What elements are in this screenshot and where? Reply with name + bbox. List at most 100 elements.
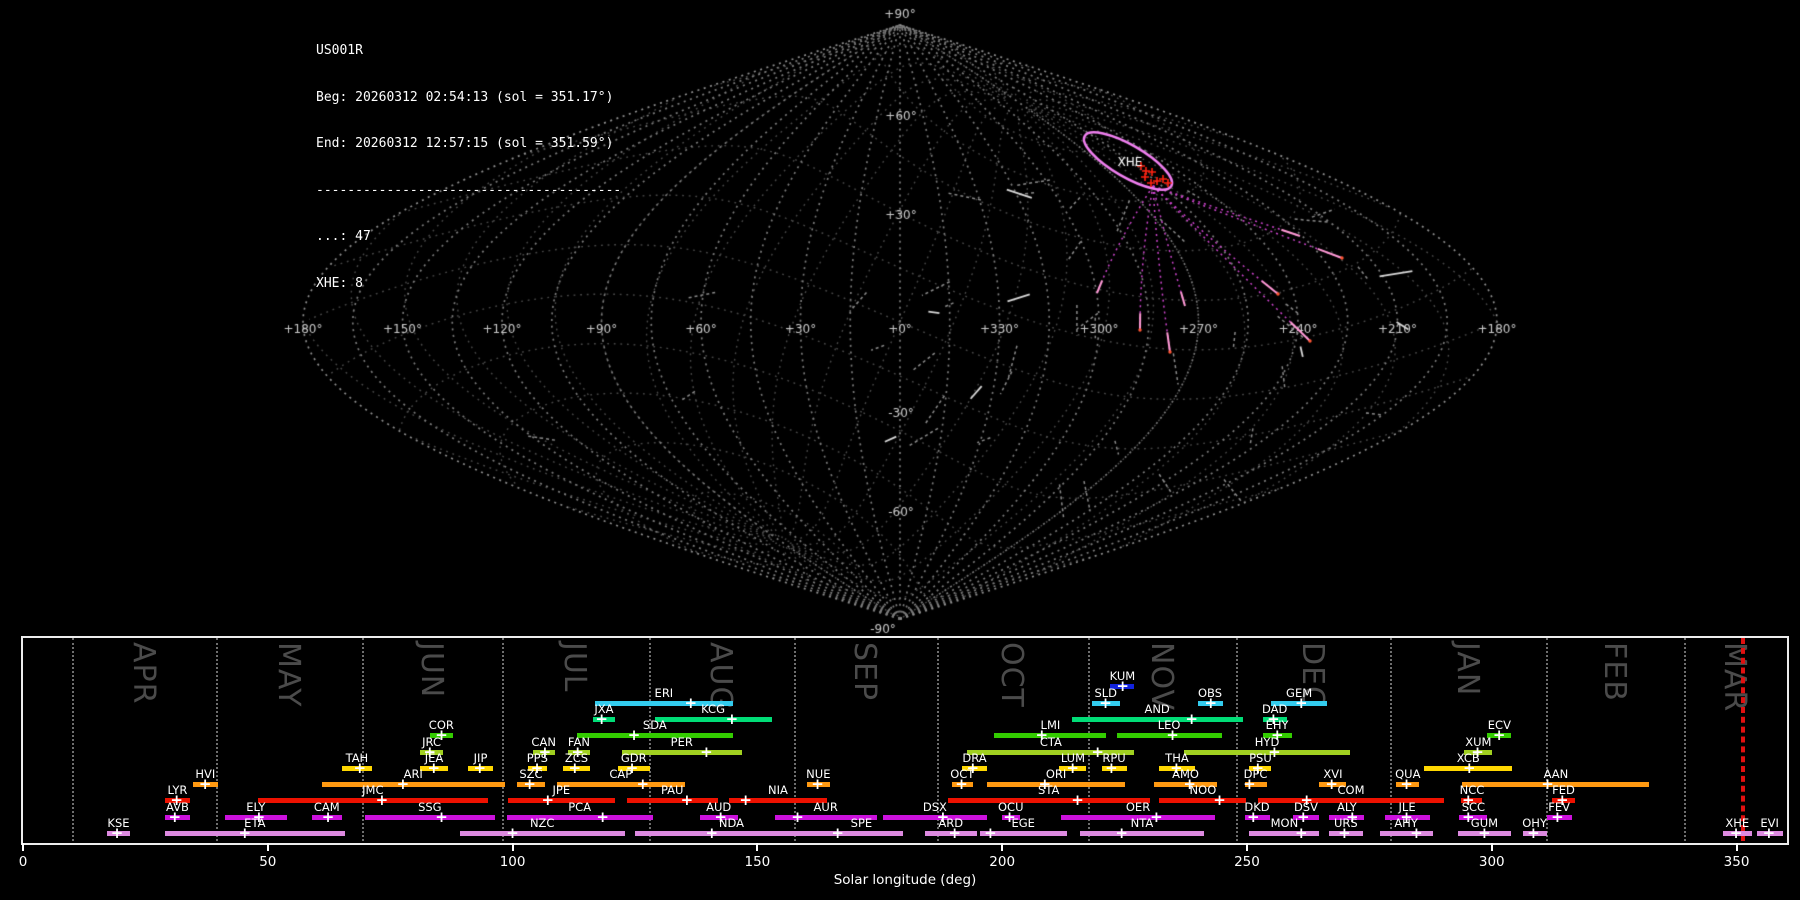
- shower-peak-marker: +: [1462, 759, 1476, 777]
- shower-bar: [1249, 831, 1320, 836]
- shower-peak-marker: +: [1204, 694, 1218, 712]
- month-label: APR: [125, 642, 161, 705]
- month-label: NOV: [1144, 642, 1180, 712]
- shower-peak-marker: +: [1295, 694, 1308, 712]
- shower-bar: [506, 815, 653, 820]
- shower-peak-marker: +: [375, 791, 389, 809]
- shower-bar: [507, 798, 615, 803]
- shower-bar: [164, 831, 345, 836]
- shower-peak-marker: +: [1295, 824, 1308, 842]
- shower-code-label: STA: [1038, 783, 1060, 797]
- x-axis-title: Solar longitude (deg): [833, 872, 977, 888]
- shower-peak-marker: +: [636, 775, 650, 793]
- axis-tick: [266, 843, 269, 851]
- axis-tick: [1245, 843, 1248, 851]
- shower-bar: [654, 717, 772, 722]
- shower-code-label: PCA: [568, 800, 592, 814]
- axis-tick: [22, 843, 24, 851]
- axis-tick-label: 300: [1478, 854, 1505, 870]
- month-label: SEP: [847, 642, 883, 702]
- shower-peak-marker: +: [506, 824, 519, 842]
- shower-peak-marker: +: [353, 759, 367, 777]
- shower-bar: [576, 733, 733, 738]
- timeline-plot-area: APR MAY JUN JUL AUG SEP OCT NOV DEC JAN FEB MAR KUM +…: [19, 638, 1787, 870]
- shower-code-label: OER: [1125, 800, 1151, 814]
- activity-timeline-chart: APR MAY JUN JUL AUG SEP OCT NOV DEC JAN FEB MAR KUM +…: [0, 636, 1800, 900]
- axis-tick: [1490, 843, 1493, 851]
- axis-tick-label: 100: [499, 854, 526, 870]
- axis-tick: [1735, 843, 1738, 851]
- shower-peak-marker: +: [427, 759, 441, 777]
- shower-peak-marker: +: [1478, 824, 1491, 842]
- sky-map-canvas: [0, 0, 1800, 636]
- axis-tick-label: 50: [259, 854, 277, 870]
- month-gridline: [501, 638, 504, 841]
- shower-peak-marker: +: [791, 808, 804, 826]
- shower-code-label: SDA: [642, 718, 667, 732]
- month-gridline: [1683, 638, 1686, 841]
- month-label: FEB: [1596, 642, 1632, 702]
- sporadic-count-line: ...: 47: [316, 229, 371, 244]
- shower-peak-marker: +: [1071, 791, 1084, 809]
- month-gridline: [1390, 638, 1393, 841]
- begin-time-line: Beg: 20260312 02:54:13 (sol = 351.17°): [316, 89, 614, 105]
- shower-peak-marker: +: [595, 710, 608, 728]
- shower-count-line: XHE: 8: [316, 275, 363, 291]
- month-label: MAR: [1716, 642, 1752, 713]
- shower-peak-marker: +: [705, 824, 719, 842]
- shower-peak-marker: +: [238, 824, 252, 842]
- shower-peak-marker: +: [684, 694, 698, 712]
- shower-code-label: NTA: [1130, 816, 1154, 830]
- shower-code-label: ERI: [654, 686, 674, 700]
- axis-tick-label: 250: [1234, 854, 1260, 870]
- shower-peak-marker: +: [831, 824, 844, 842]
- header-separator: ---------------------------------------: [316, 182, 622, 198]
- axis-tick: [756, 843, 759, 851]
- shower-code-label: PER: [670, 735, 693, 749]
- shower-code-label: NDA: [718, 816, 744, 830]
- axis-tick-label: 200: [989, 854, 1016, 870]
- shower-peak-marker: +: [700, 743, 713, 761]
- shower-peak-marker: +: [1729, 824, 1743, 842]
- shower-peak-marker: +: [1400, 775, 1413, 793]
- shower-peak-marker: +: [1551, 808, 1564, 826]
- shower-bar: [1079, 831, 1205, 836]
- shower-code-label: NOO: [1189, 783, 1217, 797]
- shower-peak-marker: +: [1115, 824, 1128, 842]
- shower-peak-marker: +: [1185, 710, 1198, 728]
- shower-peak-marker: +: [541, 791, 555, 809]
- shower-peak-marker: +: [523, 775, 537, 793]
- current-sol-line: [1743, 638, 1746, 841]
- shower-peak-marker: +: [725, 710, 739, 728]
- axis-tick-label: 350: [1723, 854, 1750, 870]
- observation-header: US001R Beg: 20260312 02:54:13 (sol = 351…: [316, 12, 621, 322]
- shower-peak-marker: +: [680, 791, 694, 809]
- month-gridline: [71, 638, 74, 841]
- shower-peak-marker: +: [1213, 791, 1226, 809]
- shower-peak-marker: +: [568, 759, 582, 777]
- shower-bar: [364, 815, 495, 820]
- shower-peak-marker: +: [1116, 677, 1129, 695]
- shower-code-label: NZC: [529, 816, 555, 830]
- shower-peak-marker: +: [1325, 775, 1338, 793]
- shower-peak-marker: +: [1247, 808, 1260, 826]
- shower-bar: [258, 798, 488, 803]
- shower-peak-marker: +: [811, 775, 824, 793]
- shower-peak-marker: +: [1338, 824, 1351, 842]
- shower-code-label: AND: [1144, 702, 1170, 716]
- shower-code-label: CAP: [609, 767, 633, 781]
- shower-peak-marker: +: [435, 808, 448, 826]
- month-label: MAY: [270, 642, 306, 708]
- shower-bar: [1379, 831, 1433, 836]
- shower-bar: [459, 831, 625, 836]
- shower-peak-marker: +: [168, 808, 182, 826]
- shower-peak-marker: +: [1166, 726, 1179, 744]
- shower-bar: [1159, 798, 1247, 803]
- shower-peak-marker: +: [1243, 775, 1256, 793]
- station-id: US001R: [316, 43, 363, 58]
- shower-bar: [321, 782, 505, 787]
- month-gridline: [648, 638, 651, 841]
- month-gridline: [215, 638, 218, 841]
- shower-peak-marker: +: [739, 791, 752, 809]
- shower-peak-marker: +: [627, 726, 641, 744]
